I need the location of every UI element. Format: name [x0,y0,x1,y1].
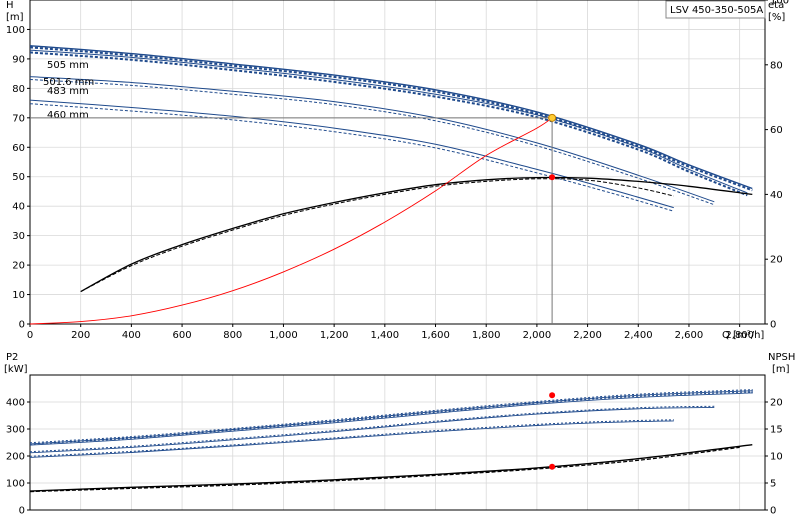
x-tick-label: 1,800 [472,330,501,341]
upper-right-tick-label: 80 [770,60,783,71]
x-axis-label: Q [m³/h] [722,330,764,341]
upper-left-tick-label: 20 [12,261,25,272]
power-duty-point-marker [549,392,556,399]
x-tick-label: 2,000 [523,330,552,341]
lower-left-tick-label: 0 [19,506,25,517]
upper-left-tick-label: 100 [6,25,25,36]
upper-left-axis-unit: [m] [6,12,24,23]
upper-right-axis-label: eta [768,0,784,11]
upper-right-tick-label: 60 [770,125,783,136]
head-curve [29,49,748,194]
lower-left-tick-label: 300 [6,425,25,436]
x-tick-label: 2,400 [624,330,653,341]
lower-chart-panel: 0 100 200 300 400 P2[kW] 0 5 10 15 20 NPSH[m] [4,352,795,517]
lower-right-tick-label: 10 [770,452,783,463]
npsh-duty-point-marker [549,463,556,470]
upper-chart-panel: 0102030405060708090100H[m]020406080100et… [6,0,789,341]
upper-left-tick-label: 40 [12,202,25,213]
head-curve-dashed [29,51,748,197]
upper-left-axis-label: H [6,0,14,11]
x-tick-label: 1,600 [421,330,450,341]
x-tick-label: 1,400 [371,330,400,341]
lower-left-axis-label: P2 [6,352,18,363]
efficiency-curve [80,176,753,293]
upper-right-tick-label: 0 [770,320,776,331]
pump-model-box: LSV 450-350-505A [665,0,766,19]
pump-model-label: LSV 450-350-505A [670,5,763,16]
lower-right-axis-label: NPSH [768,352,795,363]
x-tick-label: 1,200 [320,330,349,341]
upper-right-tick-label: 20 [770,255,783,266]
upper-left-tick-label: 10 [12,290,25,301]
x-tick-label: 400 [122,330,141,341]
head-curve-dashed [29,79,715,206]
x-tick-label: 2,600 [675,330,704,341]
lower-left-tick-label: 100 [6,479,25,490]
x-tick-label: 1,000 [269,330,298,341]
head-curve-label: 460 mm [47,110,89,121]
upper-left-tick-label: 60 [12,143,25,154]
x-tick-label: 800 [223,330,242,341]
upper-right-axis-unit: [%] [768,12,785,23]
lower-right-tick-label: 15 [770,425,783,436]
x-tick-label: 200 [71,330,90,341]
lower-left-tick-label: 400 [6,398,25,409]
lower-right-tick-label: 5 [770,479,776,490]
system-curve [29,117,553,325]
upper-left-tick-label: 30 [12,231,25,242]
power-curve [29,406,715,454]
lower-right-axis-unit: [m] [772,364,790,375]
efficiency-curve [80,178,674,293]
head-duty-point-marker [548,113,557,122]
upper-left-tick-label: 70 [12,113,25,124]
lower-left-axis-unit: [kW] [4,364,28,375]
upper-plot-frame [29,0,766,325]
upper-left-tick-label: 80 [12,84,25,95]
lower-right-tick-label: 0 [770,506,776,517]
lower-left-tick-label: 200 [6,452,25,463]
upper-left-tick-label: 0 [19,320,25,331]
x-tick-label: 600 [173,330,192,341]
head-curve-label: 505 mm [47,60,89,71]
x-tick-label: 2,200 [573,330,602,341]
efficiency-duty-point-marker [549,174,556,181]
head-curve-label: 483 mm [47,86,89,97]
head-curve-dashed [29,46,753,192]
upper-left-tick-label: 50 [12,172,25,183]
head-curve [29,45,753,190]
upper-right-tick-label: 40 [770,190,783,201]
head-curve [29,99,674,209]
lower-plot-frame [29,374,766,511]
x-tick-label: 0 [27,330,33,341]
upper-left-tick-label: 90 [12,54,25,65]
lower-right-tick-label: 20 [770,398,783,409]
head-curve-dashed [29,103,674,212]
pump-curve-chart: 0102030405060708090100H[m]020406080100et… [4,0,795,517]
